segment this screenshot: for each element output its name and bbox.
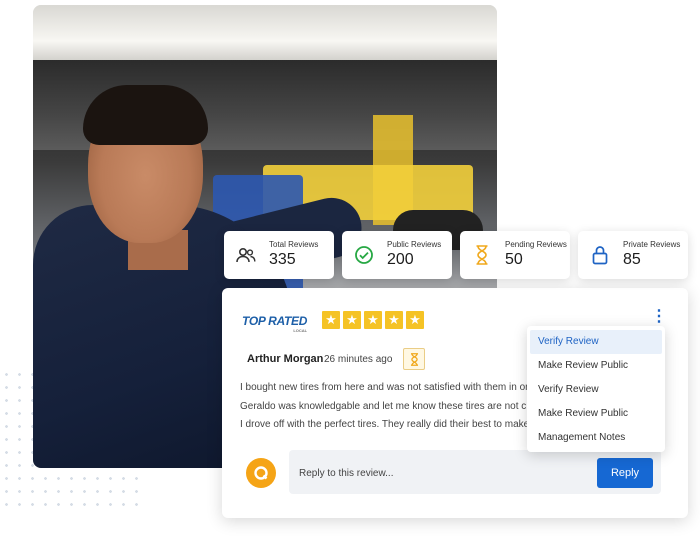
star-icon: ★	[406, 311, 424, 329]
menu-item-make-review-public[interactable]: Make Review Public	[530, 402, 662, 426]
menu-item-management-notes[interactable]: Management Notes	[530, 426, 662, 450]
menu-item-verify-review[interactable]: Verify Review	[530, 378, 662, 402]
stat-card-pending: Pending Reviews 50	[460, 231, 570, 279]
stat-value: 335	[269, 251, 296, 268]
reviewer-name: Arthur Morgan	[247, 353, 324, 365]
stat-value: 50	[505, 251, 523, 268]
business-avatar	[246, 458, 276, 488]
hourglass-icon	[469, 242, 495, 268]
reply-box: Reply	[289, 450, 661, 494]
review-time: 26 minutes ago	[324, 354, 393, 365]
star-icon: ★	[343, 311, 361, 329]
review-text-line: I drove off with the perfect tires. They…	[240, 419, 530, 430]
stat-card-public: Public Reviews 200	[342, 231, 452, 279]
hourglass-icon	[410, 352, 418, 366]
reply-button[interactable]: Reply	[597, 458, 653, 488]
users-icon	[233, 242, 259, 268]
check-circle-icon	[351, 242, 377, 268]
stat-label: Total Reviews	[269, 240, 319, 249]
pending-status-badge	[403, 348, 425, 370]
more-options-icon[interactable]: ⋮	[651, 309, 667, 325]
top-rated-logo: TOP RATED LOCAL	[242, 314, 307, 333]
star-icon: ★	[364, 311, 382, 329]
star-icon: ★	[322, 311, 340, 329]
lock-icon	[587, 242, 613, 268]
logo-subtext: LOCAL	[293, 328, 308, 333]
stat-card-private: Private Reviews 85	[578, 231, 688, 279]
reply-input[interactable]	[297, 462, 581, 484]
star-rating: ★ ★ ★ ★ ★	[322, 311, 424, 329]
menu-item-make-review-public[interactable]: Make Review Public	[530, 354, 662, 378]
stat-label: Pending Reviews	[505, 240, 567, 249]
stat-card-total: Total Reviews 335	[224, 231, 334, 279]
menu-item-verify-review[interactable]: Verify Review	[530, 330, 662, 354]
stat-label: Private Reviews	[623, 240, 681, 249]
stat-value: 85	[623, 251, 641, 268]
review-actions-menu: Verify Review Make Review Public Verify …	[527, 326, 665, 452]
chat-logo-icon	[254, 466, 268, 480]
stat-value: 200	[387, 251, 414, 268]
review-text-line: Geraldo was knowledgable and let me know…	[240, 401, 527, 412]
review-text-line: I bought new tires from here and was not…	[240, 382, 529, 393]
logo-text: TOP RATED	[242, 314, 308, 328]
star-icon: ★	[385, 311, 403, 329]
stat-label: Public Reviews	[387, 240, 442, 249]
